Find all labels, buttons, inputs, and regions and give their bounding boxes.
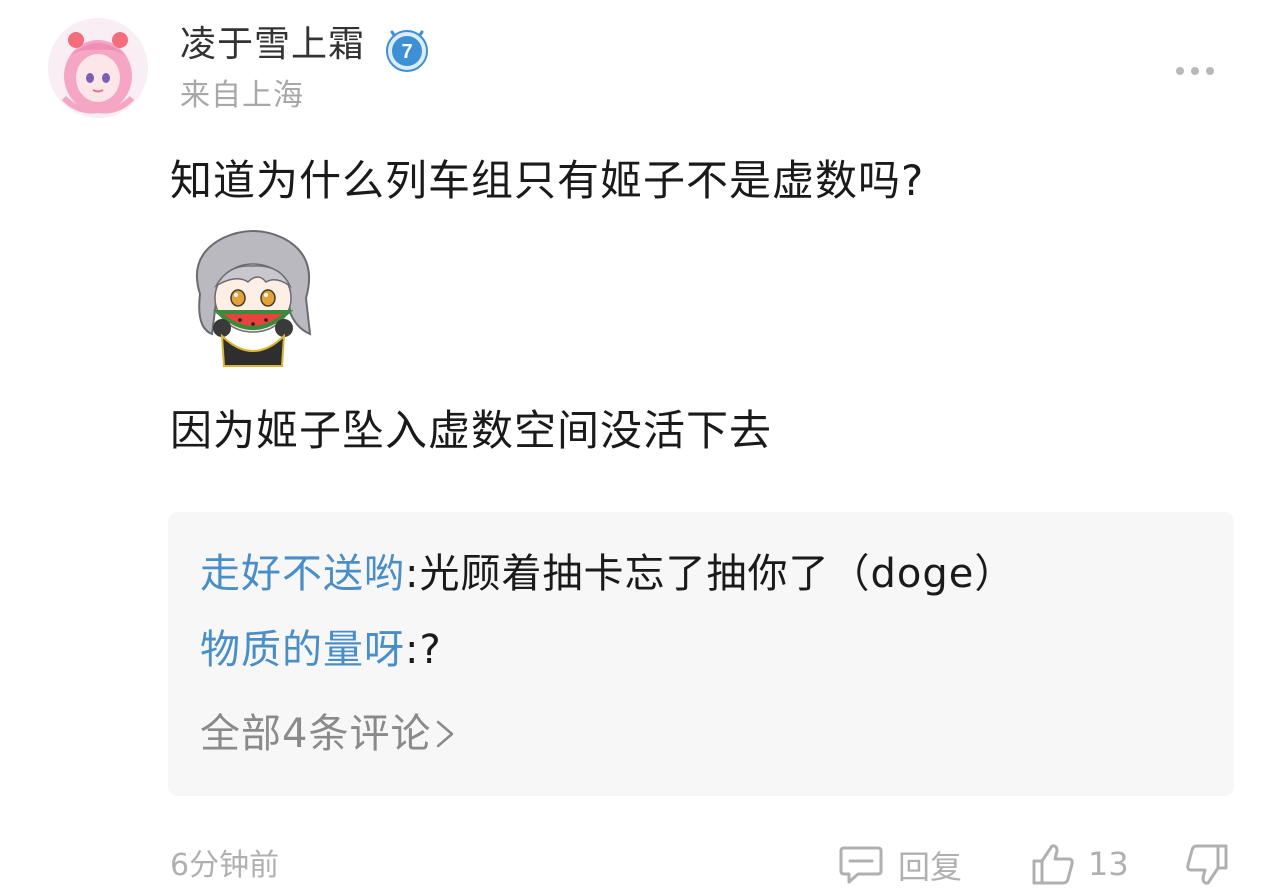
like-button[interactable]: 13 — [1030, 840, 1129, 888]
like-count: 13 — [1088, 845, 1129, 883]
watermelon-girl-sticker-icon — [195, 230, 312, 367]
location-label: 来自上海 — [180, 78, 304, 113]
avatar[interactable] — [48, 18, 148, 118]
comment-text: ? — [419, 627, 442, 673]
level-badge: 7 — [382, 24, 432, 74]
more-options-button[interactable] — [1170, 56, 1220, 86]
dislike-button[interactable] — [1184, 842, 1230, 888]
post-text-line-1: 知道为什么列车组只有姬子不是虚数吗? — [170, 156, 925, 205]
comment-text: 光顾着抽卡忘了抽你了（doge） — [419, 551, 1016, 597]
comment-author[interactable]: 走好不送哟 — [200, 551, 405, 597]
more-dots-icon — [1176, 67, 1214, 75]
level-number: 7 — [401, 41, 412, 63]
comment-author[interactable]: 物质的量呀 — [200, 627, 405, 673]
comment-item[interactable]: 走好不送哟:光顾着抽卡忘了抽你了（doge） — [200, 548, 1015, 600]
thumbs-up-icon — [1032, 844, 1074, 885]
chevron-right-icon — [437, 720, 454, 748]
post-timestamp: 6分钟前 — [170, 848, 280, 883]
comment-bubble-icon — [839, 846, 883, 884]
comment-item[interactable]: 物质的量呀:? — [200, 624, 442, 676]
all-comments-label: 全部4条评论 — [200, 711, 432, 757]
comment-separator: : — [405, 551, 420, 597]
post-text-line-2: 因为姬子坠入虚数空间没活下去 — [170, 406, 773, 455]
comments-preview[interactable]: 走好不送哟:光顾着抽卡忘了抽你了（doge） 物质的量呀:? 全部4条评论 — [168, 512, 1234, 796]
post-sticker[interactable] — [178, 216, 328, 376]
thumbs-down-icon — [1186, 844, 1228, 885]
reply-label: 回复 — [898, 848, 963, 886]
avatar-image — [48, 18, 148, 118]
user-name[interactable]: 凌于雪上霜 — [180, 22, 365, 68]
comment-separator: : — [405, 627, 420, 673]
all-comments-link[interactable]: 全部4条评论 — [200, 708, 457, 760]
reply-button[interactable]: 回复 — [838, 842, 962, 888]
